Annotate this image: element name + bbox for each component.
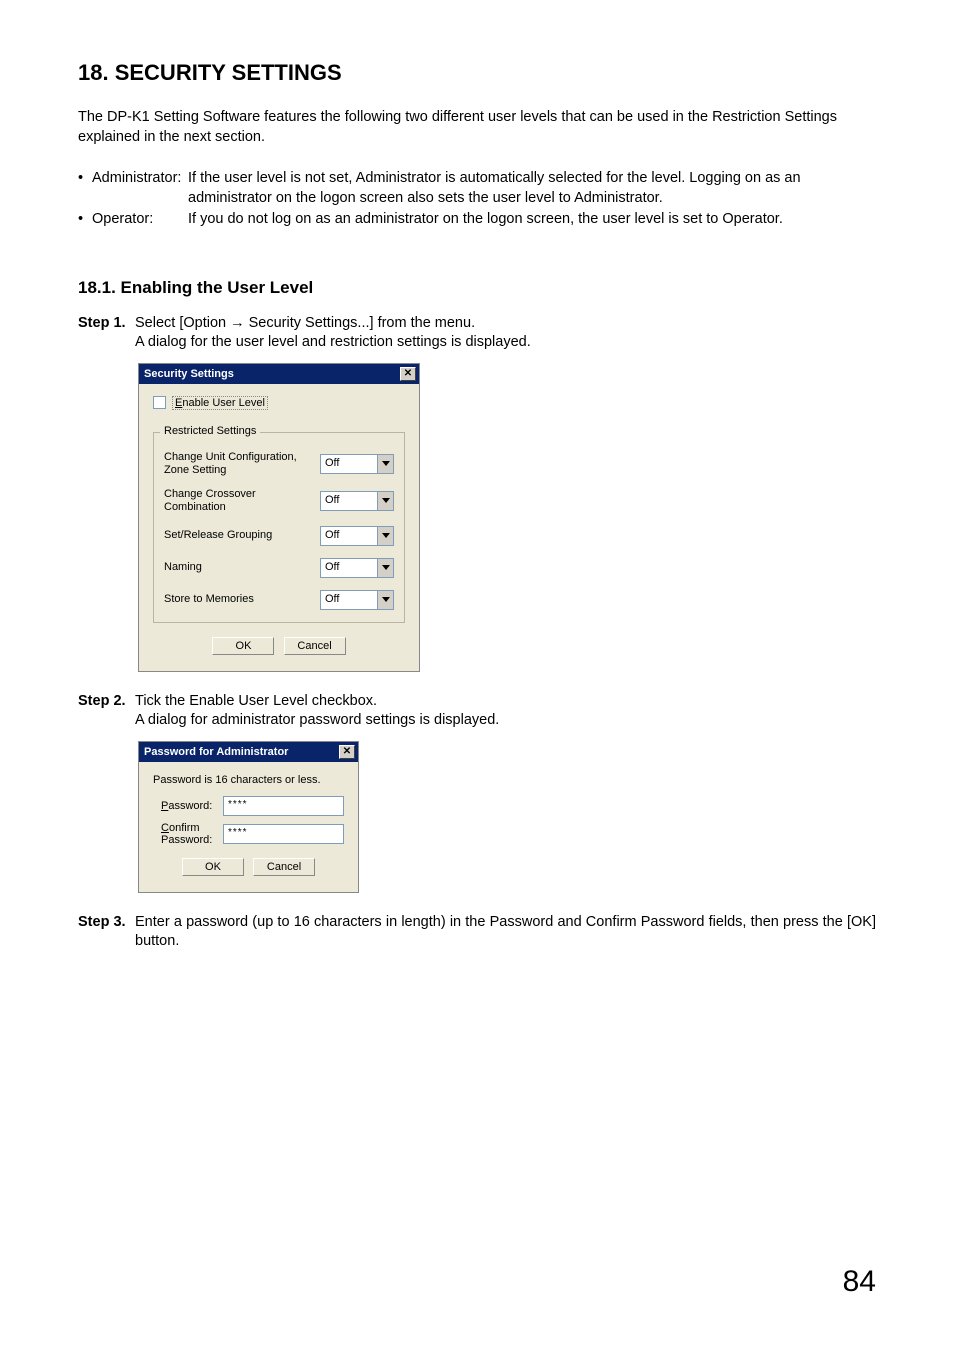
chevron-down-icon[interactable] (377, 591, 393, 609)
dialog-button-row: OK Cancel (153, 856, 344, 880)
password-label: Password: (161, 800, 223, 812)
setting-label: Change Crossover Combination (164, 488, 320, 513)
enable-user-level-checkbox[interactable] (153, 396, 166, 409)
setting-label: Change Unit Configuration, Zone Setting (164, 451, 320, 476)
chevron-down-icon[interactable] (377, 559, 393, 577)
step-2: Step 2. Tick the Enable User Level check… (78, 692, 876, 731)
level-definition-administrator: • Administrator: If the user level is no… (78, 169, 876, 208)
intro-paragraph: The DP-K1 Setting Software features the … (78, 108, 876, 147)
setting-dropdown[interactable]: Off (320, 590, 394, 610)
step-body: Tick the Enable User Level checkbox. A d… (135, 692, 876, 731)
setting-dropdown[interactable]: Off (320, 454, 394, 474)
restricted-settings-group: Restricted Settings Change Unit Configur… (153, 432, 405, 623)
step-label: Step 2. (78, 692, 135, 731)
dropdown-value: Off (321, 591, 377, 609)
chevron-down-icon[interactable] (377, 527, 393, 545)
enable-user-level-row: Enable User Level (153, 396, 405, 410)
dropdown-value: Off (321, 455, 377, 473)
step-label: Step 1. (78, 314, 135, 353)
close-icon[interactable]: ✕ (339, 745, 355, 759)
security-settings-dialog: Security Settings ✕ Enable User Level Re… (138, 363, 420, 672)
dialog-title: Password for Administrator (144, 746, 288, 758)
setting-dropdown[interactable]: Off (320, 558, 394, 578)
setting-dropdown[interactable]: Off (320, 526, 394, 546)
step-label: Step 3. (78, 913, 135, 952)
dropdown-value: Off (321, 492, 377, 510)
page-number: 84 (843, 1265, 876, 1299)
step-1-line-1: Select [Option → Security Settings...] f… (135, 314, 876, 334)
bullet: • (78, 169, 92, 208)
setting-label: Store to Memories (164, 593, 320, 606)
step-body: Enter a password (up to 16 characters in… (135, 913, 876, 952)
term-operator: Operator: (92, 210, 188, 230)
step-1-line-2: A dialog for the user level and restrict… (135, 333, 876, 353)
dialog-button-row: OK Cancel (153, 635, 405, 659)
setting-dropdown[interactable]: Off (320, 491, 394, 511)
step-2-line-2: A dialog for administrator password sett… (135, 711, 876, 731)
dropdown-value: Off (321, 559, 377, 577)
level-definition-operator: • Operator: If you do not log on as an a… (78, 210, 876, 230)
confirm-password-input[interactable]: **** (223, 824, 344, 844)
confirm-password-label: Confirm Password: (161, 822, 223, 846)
close-icon[interactable]: ✕ (400, 367, 416, 381)
password-dialog: Password for Administrator ✕ Password is… (138, 741, 359, 893)
confirm-password-row: Confirm Password: **** (161, 822, 344, 846)
ok-button[interactable]: OK (212, 637, 274, 655)
setting-row-naming: Naming Off (164, 558, 394, 578)
enable-user-level-label: Enable User Level (172, 396, 268, 410)
group-legend: Restricted Settings (160, 425, 260, 437)
setting-row-change-unit: Change Unit Configuration, Zone Setting … (164, 451, 394, 476)
section-heading: 18. SECURITY SETTINGS (78, 60, 876, 86)
dialog-titlebar: Security Settings ✕ (139, 364, 419, 384)
term-administrator: Administrator: (92, 169, 188, 208)
password-row: Password: **** (161, 796, 344, 816)
password-hint: Password is 16 characters or less. (153, 774, 344, 786)
setting-row-store: Store to Memories Off (164, 590, 394, 610)
step-body: Select [Option → Security Settings...] f… (135, 314, 876, 353)
setting-row-grouping: Set/Release Grouping Off (164, 526, 394, 546)
dropdown-value: Off (321, 527, 377, 545)
subsection-heading: 18.1. Enabling the User Level (78, 278, 876, 298)
setting-row-crossover: Change Crossover Combination Off (164, 488, 394, 513)
setting-label: Naming (164, 561, 320, 574)
bullet: • (78, 210, 92, 230)
ok-button[interactable]: OK (182, 858, 244, 876)
step-1: Step 1. Select [Option → Security Settin… (78, 314, 876, 353)
chevron-down-icon[interactable] (377, 455, 393, 473)
def-operator: If you do not log on as an administrator… (188, 210, 876, 230)
cancel-button[interactable]: Cancel (284, 637, 346, 655)
setting-label: Set/Release Grouping (164, 529, 320, 542)
step-2-line-1: Tick the Enable User Level checkbox. (135, 692, 876, 712)
password-input[interactable]: **** (223, 796, 344, 816)
dialog-title: Security Settings (144, 368, 234, 380)
chevron-down-icon[interactable] (377, 492, 393, 510)
dialog-titlebar: Password for Administrator ✕ (139, 742, 358, 762)
step-3: Step 3. Enter a password (up to 16 chara… (78, 913, 876, 952)
def-administrator: If the user level is not set, Administra… (188, 169, 876, 208)
cancel-button[interactable]: Cancel (253, 858, 315, 876)
